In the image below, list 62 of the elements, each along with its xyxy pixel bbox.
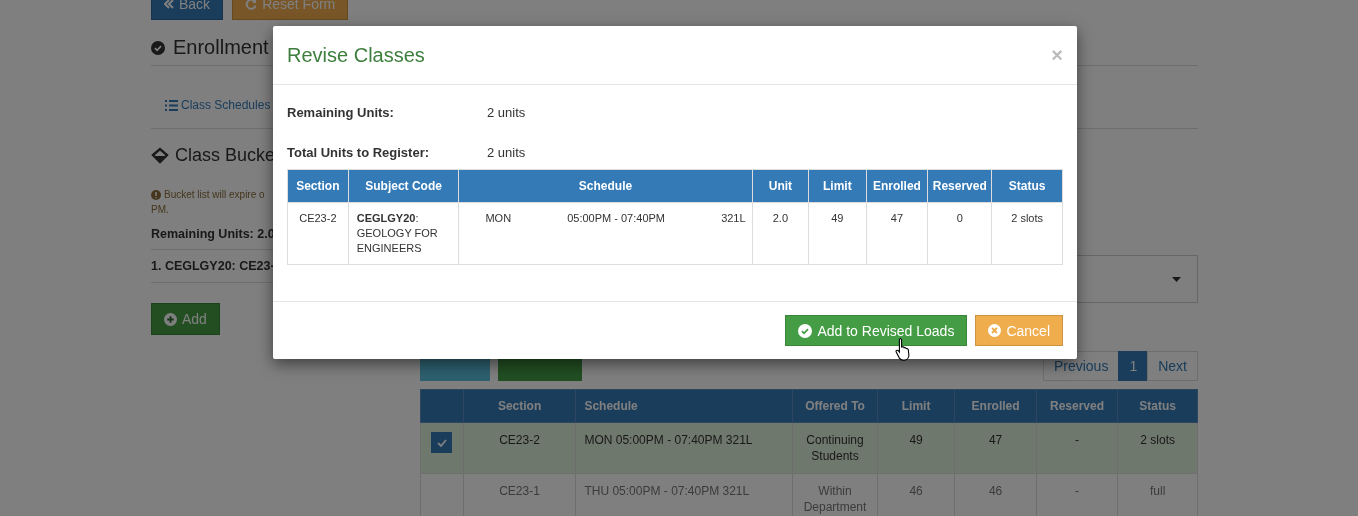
section-heading: Enrollment (173, 36, 269, 59)
table-cell: Continuing Students (792, 422, 878, 474)
class-schedules-tab[interactable]: Class Schedules (181, 98, 271, 112)
column-header: Enrolled (866, 169, 928, 203)
table-cell: CEGLGY20: GEOLOGY FOR ENGINEERS (348, 202, 459, 265)
close-icon (988, 324, 1002, 337)
column-header: Schedule (575, 389, 793, 423)
column-header: Section (287, 169, 349, 203)
plus-icon (164, 312, 177, 326)
double-chevron-left-icon (164, 0, 174, 9)
schedule-day: MON (485, 211, 512, 226)
info-label: Remaining Units: (287, 105, 395, 120)
table-cell: 2.0 (752, 202, 809, 265)
schedule-time: 05:00PM - 07:40PM (566, 211, 667, 226)
cancel-button[interactable]: Cancel (975, 315, 1063, 346)
page-number[interactable]: 1 (1118, 351, 1149, 381)
next-page-button[interactable]: Next (1147, 351, 1198, 381)
list-icon (165, 99, 178, 111)
column-header: Subject Code (348, 169, 459, 203)
refresh-icon (245, 0, 258, 10)
check-icon (436, 438, 447, 447)
column-header: Status (1117, 389, 1198, 423)
table-cell: 47 (866, 202, 928, 265)
section-heading: Class Bucke (175, 145, 276, 166)
add-to-revised-loads-button[interactable]: Add to Revised Loads (785, 315, 968, 346)
table-cell: 47 (954, 422, 1037, 474)
bucket-item: 1. CEGLGY20: CE23- (151, 258, 275, 275)
column-header: Status (991, 169, 1063, 203)
info-icon (151, 189, 161, 200)
check-circle-icon (798, 323, 813, 338)
info-value: 2 units (487, 145, 526, 160)
info-value: 2 units (487, 105, 526, 120)
table-cell: 2 slots (1117, 422, 1198, 474)
column-header: Limit (808, 169, 866, 203)
table-cell: CE23-2 (287, 202, 349, 265)
schedule-room: 321L (721, 211, 746, 226)
table-cell: CE23-2 (463, 422, 576, 474)
table-cell: 0 (927, 202, 992, 265)
column-header: Reserved (1036, 389, 1118, 423)
reset-form-button[interactable]: Reset Form (232, 0, 349, 20)
close-button[interactable]: × (1051, 43, 1063, 67)
notice-text: Bucket list will expire o (164, 188, 265, 202)
table-cell: - (1036, 422, 1118, 474)
check-circle-icon (151, 40, 165, 55)
column-header: Enrolled (954, 389, 1037, 423)
modal-title: Revise Classes (287, 43, 425, 67)
info-label: Total Units to Register: (287, 145, 431, 160)
table-cell: MON 05:00PM - 07:40PM 321L (575, 422, 793, 474)
checkbox[interactable] (431, 432, 453, 453)
table-cell: 2 slots (991, 202, 1063, 265)
bucket-icon (151, 146, 169, 165)
column-header: Section (463, 389, 576, 423)
column-header: Offered To (792, 389, 878, 423)
column-header: Reserved (927, 169, 992, 203)
notice-text: PM. (151, 203, 169, 217)
column-header: Limit (877, 389, 955, 423)
column-header: Schedule (458, 169, 753, 203)
table-cell: 49 (808, 202, 866, 265)
add-button[interactable]: Add (151, 303, 220, 335)
table-cell: 49 (877, 422, 955, 474)
column-header: Unit (752, 169, 809, 203)
caret-icon (1172, 276, 1181, 282)
